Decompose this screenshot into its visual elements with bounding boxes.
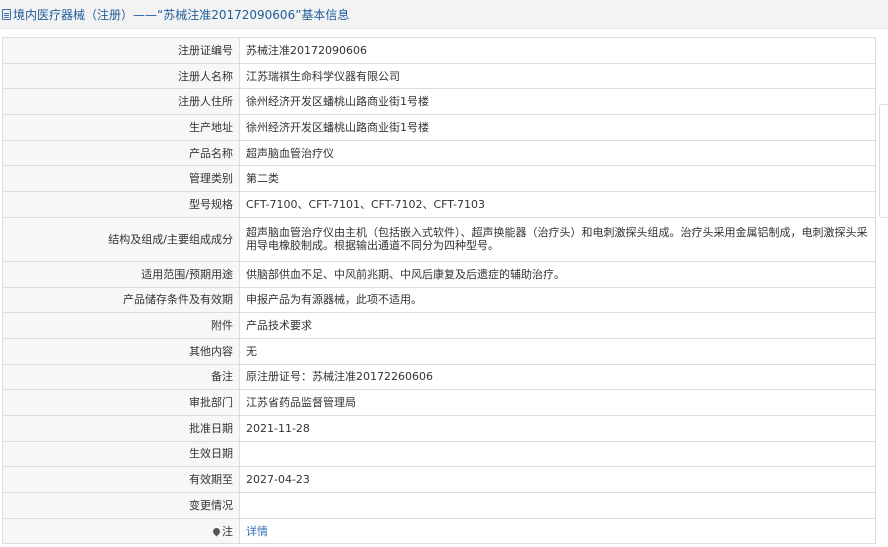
row-label: 结构及组成/主要组成成分 bbox=[2, 216, 240, 262]
row-value: 无 bbox=[239, 337, 876, 365]
row-value: 供脑部供血不足、中风前兆期、中风后康复及后遗症的辅助治疗。 bbox=[239, 260, 876, 288]
row-value: 江苏瑞祺生命科学仪器有限公司 bbox=[239, 62, 876, 90]
row-label: 注册证编号 bbox=[2, 37, 240, 64]
row-value: 原注册证号：苏械注准20172260606 bbox=[239, 363, 876, 391]
pin-icon bbox=[211, 526, 222, 537]
row-label: 变更情况 bbox=[2, 492, 240, 519]
table-row: 生产地址 徐州经济开发区蟠桃山路商业街1号楼 bbox=[2, 114, 876, 141]
row-label: 型号规格 bbox=[2, 191, 240, 218]
table-row: 结构及组成/主要组成成分 超声脑血管治疗仪由主机（包括嵌入式软件）、超声换能器（治… bbox=[2, 216, 876, 262]
page-header: 境内医疗器械（注册）——“苏械注准20172090606”基本信息 bbox=[0, 0, 888, 29]
row-value: 徐州经济开发区蟠桃山路商业街1号楼 bbox=[239, 114, 876, 141]
row-label: 产品储存条件及有效期 bbox=[2, 286, 240, 314]
row-label: 适用范围/预期用途 bbox=[2, 260, 240, 288]
row-label: 备注 bbox=[2, 363, 240, 391]
page-title: 境内医疗器械（注册）——“苏械注准20172090606”基本信息 bbox=[13, 7, 350, 22]
table-row: 注 详情 bbox=[2, 517, 876, 545]
table-row: 产品名称 超声脑血管治疗仪 bbox=[2, 139, 876, 167]
row-value: 徐州经济开发区蟠桃山路商业街1号楼 bbox=[239, 88, 876, 116]
table-row: 适用范围/预期用途 供脑部供血不足、中风前兆期、中风后康复及后遗症的辅助治疗。 bbox=[2, 260, 876, 288]
row-label: 注册人名称 bbox=[2, 62, 240, 90]
table-row: 生效日期 bbox=[2, 440, 876, 468]
row-label: 注册人住所 bbox=[2, 88, 240, 116]
row-label: 管理类别 bbox=[2, 165, 240, 193]
note-label: 注 bbox=[222, 524, 233, 538]
row-value bbox=[239, 492, 876, 519]
row-label: 审批部门 bbox=[2, 389, 240, 416]
row-label: 产品名称 bbox=[2, 139, 240, 167]
row-label: 有效期至 bbox=[2, 466, 240, 493]
row-value: 超声脑血管治疗仪由主机（包括嵌入式软件）、超声换能器（治疗头）和电刺激探头组成。… bbox=[239, 216, 876, 262]
side-tab[interactable] bbox=[879, 104, 888, 218]
row-value: 超声脑血管治疗仪 bbox=[239, 139, 876, 167]
table-row: 备注 原注册证号：苏械注准20172260606 bbox=[2, 363, 876, 391]
detail-table: 注册证编号 苏械注准20172090606 注册人名称 江苏瑞祺生命科学仪器有限公司… bbox=[2, 37, 876, 545]
row-value: 2021-11-28 bbox=[239, 414, 876, 442]
table-row: 型号规格 CFT-7100、CFT-7101、CFT-7102、CFT-7103 bbox=[2, 191, 876, 218]
row-value: 江苏省药品监督管理局 bbox=[239, 389, 876, 416]
note-label-cell: 注 bbox=[2, 517, 240, 545]
table-row: 管理类别 第二类 bbox=[2, 165, 876, 193]
table-row: 批准日期 2021-11-28 bbox=[2, 414, 876, 442]
table-row: 有效期至 2027-04-23 bbox=[2, 466, 876, 493]
row-value bbox=[239, 440, 876, 468]
row-label: 生效日期 bbox=[2, 440, 240, 468]
row-value: 申报产品为有源器械，此项不适用。 bbox=[239, 286, 876, 314]
table-row: 变更情况 bbox=[2, 492, 876, 519]
table-row: 注册人住所 徐州经济开发区蟠桃山路商业街1号楼 bbox=[2, 88, 876, 116]
table-row: 产品储存条件及有效期 申报产品为有源器械，此项不适用。 bbox=[2, 286, 876, 314]
row-value: 第二类 bbox=[239, 165, 876, 193]
table-row: 附件 产品技术要求 bbox=[2, 312, 876, 339]
row-label: 批准日期 bbox=[2, 414, 240, 442]
table-row: 注册证编号 苏械注准20172090606 bbox=[2, 37, 876, 64]
table-row: 注册人名称 江苏瑞祺生命科学仪器有限公司 bbox=[2, 62, 876, 90]
document-icon bbox=[2, 8, 11, 20]
table-row: 其他内容无 bbox=[2, 337, 876, 365]
row-value: 苏械注准20172090606 bbox=[239, 37, 876, 64]
row-label: 附件 bbox=[2, 312, 240, 339]
row-value: 2027-04-23 bbox=[239, 466, 876, 493]
details-link[interactable]: 详情 bbox=[246, 525, 268, 538]
table-row: 审批部门 江苏省药品监督管理局 bbox=[2, 389, 876, 416]
row-value: CFT-7100、CFT-7101、CFT-7102、CFT-7103 bbox=[239, 191, 876, 218]
row-label: 生产地址 bbox=[2, 114, 240, 141]
row-label: 其他内容 bbox=[2, 337, 240, 365]
note-value-cell: 详情 bbox=[239, 517, 876, 545]
row-value: 产品技术要求 bbox=[239, 312, 876, 339]
